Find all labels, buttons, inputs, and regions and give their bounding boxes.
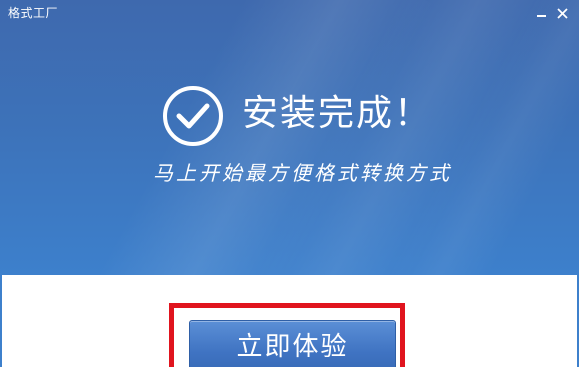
install-complete-subtitle: 马上开始最方便格式转换方式 bbox=[153, 161, 452, 185]
close-button[interactable] bbox=[554, 4, 572, 22]
window-border-left bbox=[0, 275, 2, 367]
hero-banner: 格式工厂 安装完成！ 马上开始最方便格式转换方式 bbox=[0, 0, 579, 275]
install-complete-heading: 安装完成！ bbox=[242, 93, 433, 134]
light-streak bbox=[86, 0, 434, 275]
minimize-icon bbox=[537, 15, 546, 17]
light-streak bbox=[249, 0, 571, 275]
title-bar: 格式工厂 bbox=[0, 0, 579, 26]
installer-window: 格式工厂 安装完成！ 马上开始最方便格式转换方式 立即体验 bbox=[0, 0, 579, 367]
try-now-button[interactable]: 立即体验 bbox=[189, 320, 396, 367]
check-circle-icon bbox=[163, 86, 223, 146]
light-streak bbox=[366, 0, 579, 275]
minimize-button[interactable] bbox=[533, 4, 551, 22]
window-title: 格式工厂 bbox=[8, 6, 59, 20]
close-icon bbox=[557, 8, 568, 19]
